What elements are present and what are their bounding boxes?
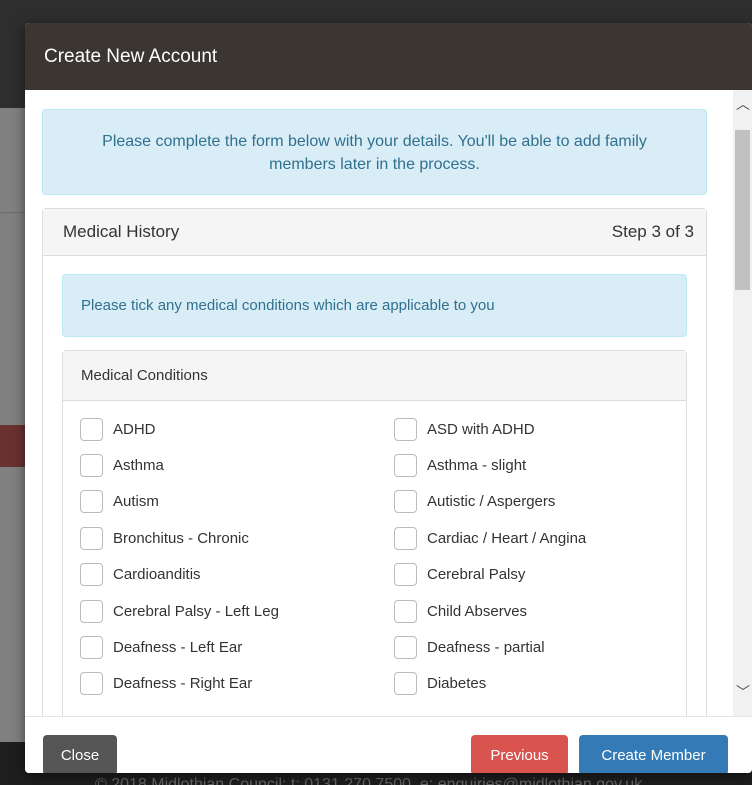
scroll-up-icon[interactable]: ︿ <box>736 97 750 111</box>
condition-checkbox[interactable] <box>394 563 417 587</box>
condition-checkbox[interactable] <box>80 563 103 587</box>
condition-label: Cerebral Palsy <box>427 566 526 584</box>
medical-history-panel: Medical History Step 3 of 3 Please tick … <box>42 208 707 716</box>
condition-label: Deafness - partial <box>427 639 545 657</box>
condition-label: Child Abserves <box>427 602 528 620</box>
conditions-heading: Medical Conditions <box>63 351 686 401</box>
previous-button[interactable]: Previous <box>471 735 568 773</box>
instruction-alert: Please tick any medical conditions which… <box>62 274 687 337</box>
condition-item[interactable]: Deafness - Right Ear <box>80 666 394 702</box>
condition-label: Deafness - Right Ear <box>113 675 253 693</box>
condition-checkbox[interactable] <box>80 526 103 550</box>
step-indicator: Step 3 of 3 <box>611 222 694 241</box>
section-title: Medical History <box>63 222 180 241</box>
condition-label: Deafness - Left Ear <box>113 639 243 657</box>
background-red-button <box>0 425 25 467</box>
condition-label: Diabetes <box>427 675 487 693</box>
condition-item[interactable]: Asthma <box>80 447 394 483</box>
condition-item[interactable]: Autism <box>80 484 394 520</box>
condition-item[interactable]: Autistic / Aspergers <box>394 484 680 520</box>
modal-footer: Close Previous Create Member <box>25 716 752 773</box>
condition-checkbox[interactable] <box>394 490 417 514</box>
modal-scrollbar[interactable]: ︿ ﹀ <box>733 90 752 716</box>
condition-label: Autism <box>113 493 159 511</box>
condition-checkbox[interactable] <box>394 599 417 623</box>
condition-checkbox[interactable] <box>80 417 103 441</box>
create-member-button[interactable]: Create Member <box>579 735 728 773</box>
scroll-down-icon[interactable]: ﹀ <box>736 685 750 699</box>
condition-checkbox[interactable] <box>80 454 103 478</box>
condition-item[interactable]: Diabetes <box>394 666 680 702</box>
condition-label: Asthma <box>113 457 164 475</box>
modal-header: Create New Account <box>25 23 752 90</box>
condition-item[interactable]: Asthma - slight <box>394 447 680 483</box>
medical-conditions-panel: Medical Conditions ADHD ASD with ADHD Asth… <box>62 350 687 716</box>
condition-item[interactable]: Cardiac / Heart / Angina <box>394 520 680 556</box>
condition-item[interactable]: Cardioanditis <box>80 557 394 593</box>
footer-text: © 2018 Midlothian Council: t: 0131 270 7… <box>95 776 643 785</box>
condition-label: Cardiac / Heart / Angina <box>427 529 587 547</box>
condition-item[interactable]: ADHD <box>80 411 394 447</box>
condition-checkbox[interactable] <box>80 599 103 623</box>
condition-checkbox[interactable] <box>80 636 103 660</box>
conditions-list: ADHD ASD with ADHD Asthma Asthma - slight Au… <box>80 411 680 702</box>
modal-body: Please complete the form below with your… <box>25 90 752 716</box>
modal-title: Create New Account <box>44 45 218 67</box>
condition-checkbox[interactable] <box>80 490 103 514</box>
condition-checkbox[interactable] <box>394 636 417 660</box>
intro-alert: Please complete the form below with your… <box>42 109 707 195</box>
condition-item[interactable]: Cerebral Palsy - Left Leg <box>80 593 394 629</box>
close-button[interactable]: Close <box>43 735 117 773</box>
condition-checkbox[interactable] <box>394 526 417 550</box>
condition-label: Asthma - slight <box>427 457 527 475</box>
condition-item[interactable]: Cerebral Palsy <box>394 557 680 593</box>
background-divider <box>0 212 25 213</box>
condition-checkbox[interactable] <box>394 417 417 441</box>
condition-label: ADHD <box>113 420 156 438</box>
condition-item[interactable]: ASD with ADHD <box>394 411 680 447</box>
create-account-modal: Create New Account Please complete the f… <box>25 23 752 773</box>
condition-label: ASD with ADHD <box>427 420 535 438</box>
panel-heading: Medical History Step 3 of 3 <box>43 209 706 256</box>
condition-checkbox[interactable] <box>394 672 417 696</box>
condition-item[interactable]: Bronchitus - Chronic <box>80 520 394 556</box>
condition-label: Autistic / Aspergers <box>427 493 556 511</box>
condition-checkbox[interactable] <box>394 454 417 478</box>
condition-label: Bronchitus - Chronic <box>113 529 249 547</box>
scroll-thumb[interactable] <box>735 130 750 290</box>
condition-item[interactable]: Child Abserves <box>394 593 680 629</box>
condition-item[interactable]: Deafness - Left Ear <box>80 629 394 665</box>
condition-checkbox[interactable] <box>80 672 103 696</box>
condition-label: Cardioanditis <box>113 566 201 584</box>
condition-label: Cerebral Palsy - Left Leg <box>113 602 279 620</box>
condition-item[interactable]: Deafness - partial <box>394 629 680 665</box>
